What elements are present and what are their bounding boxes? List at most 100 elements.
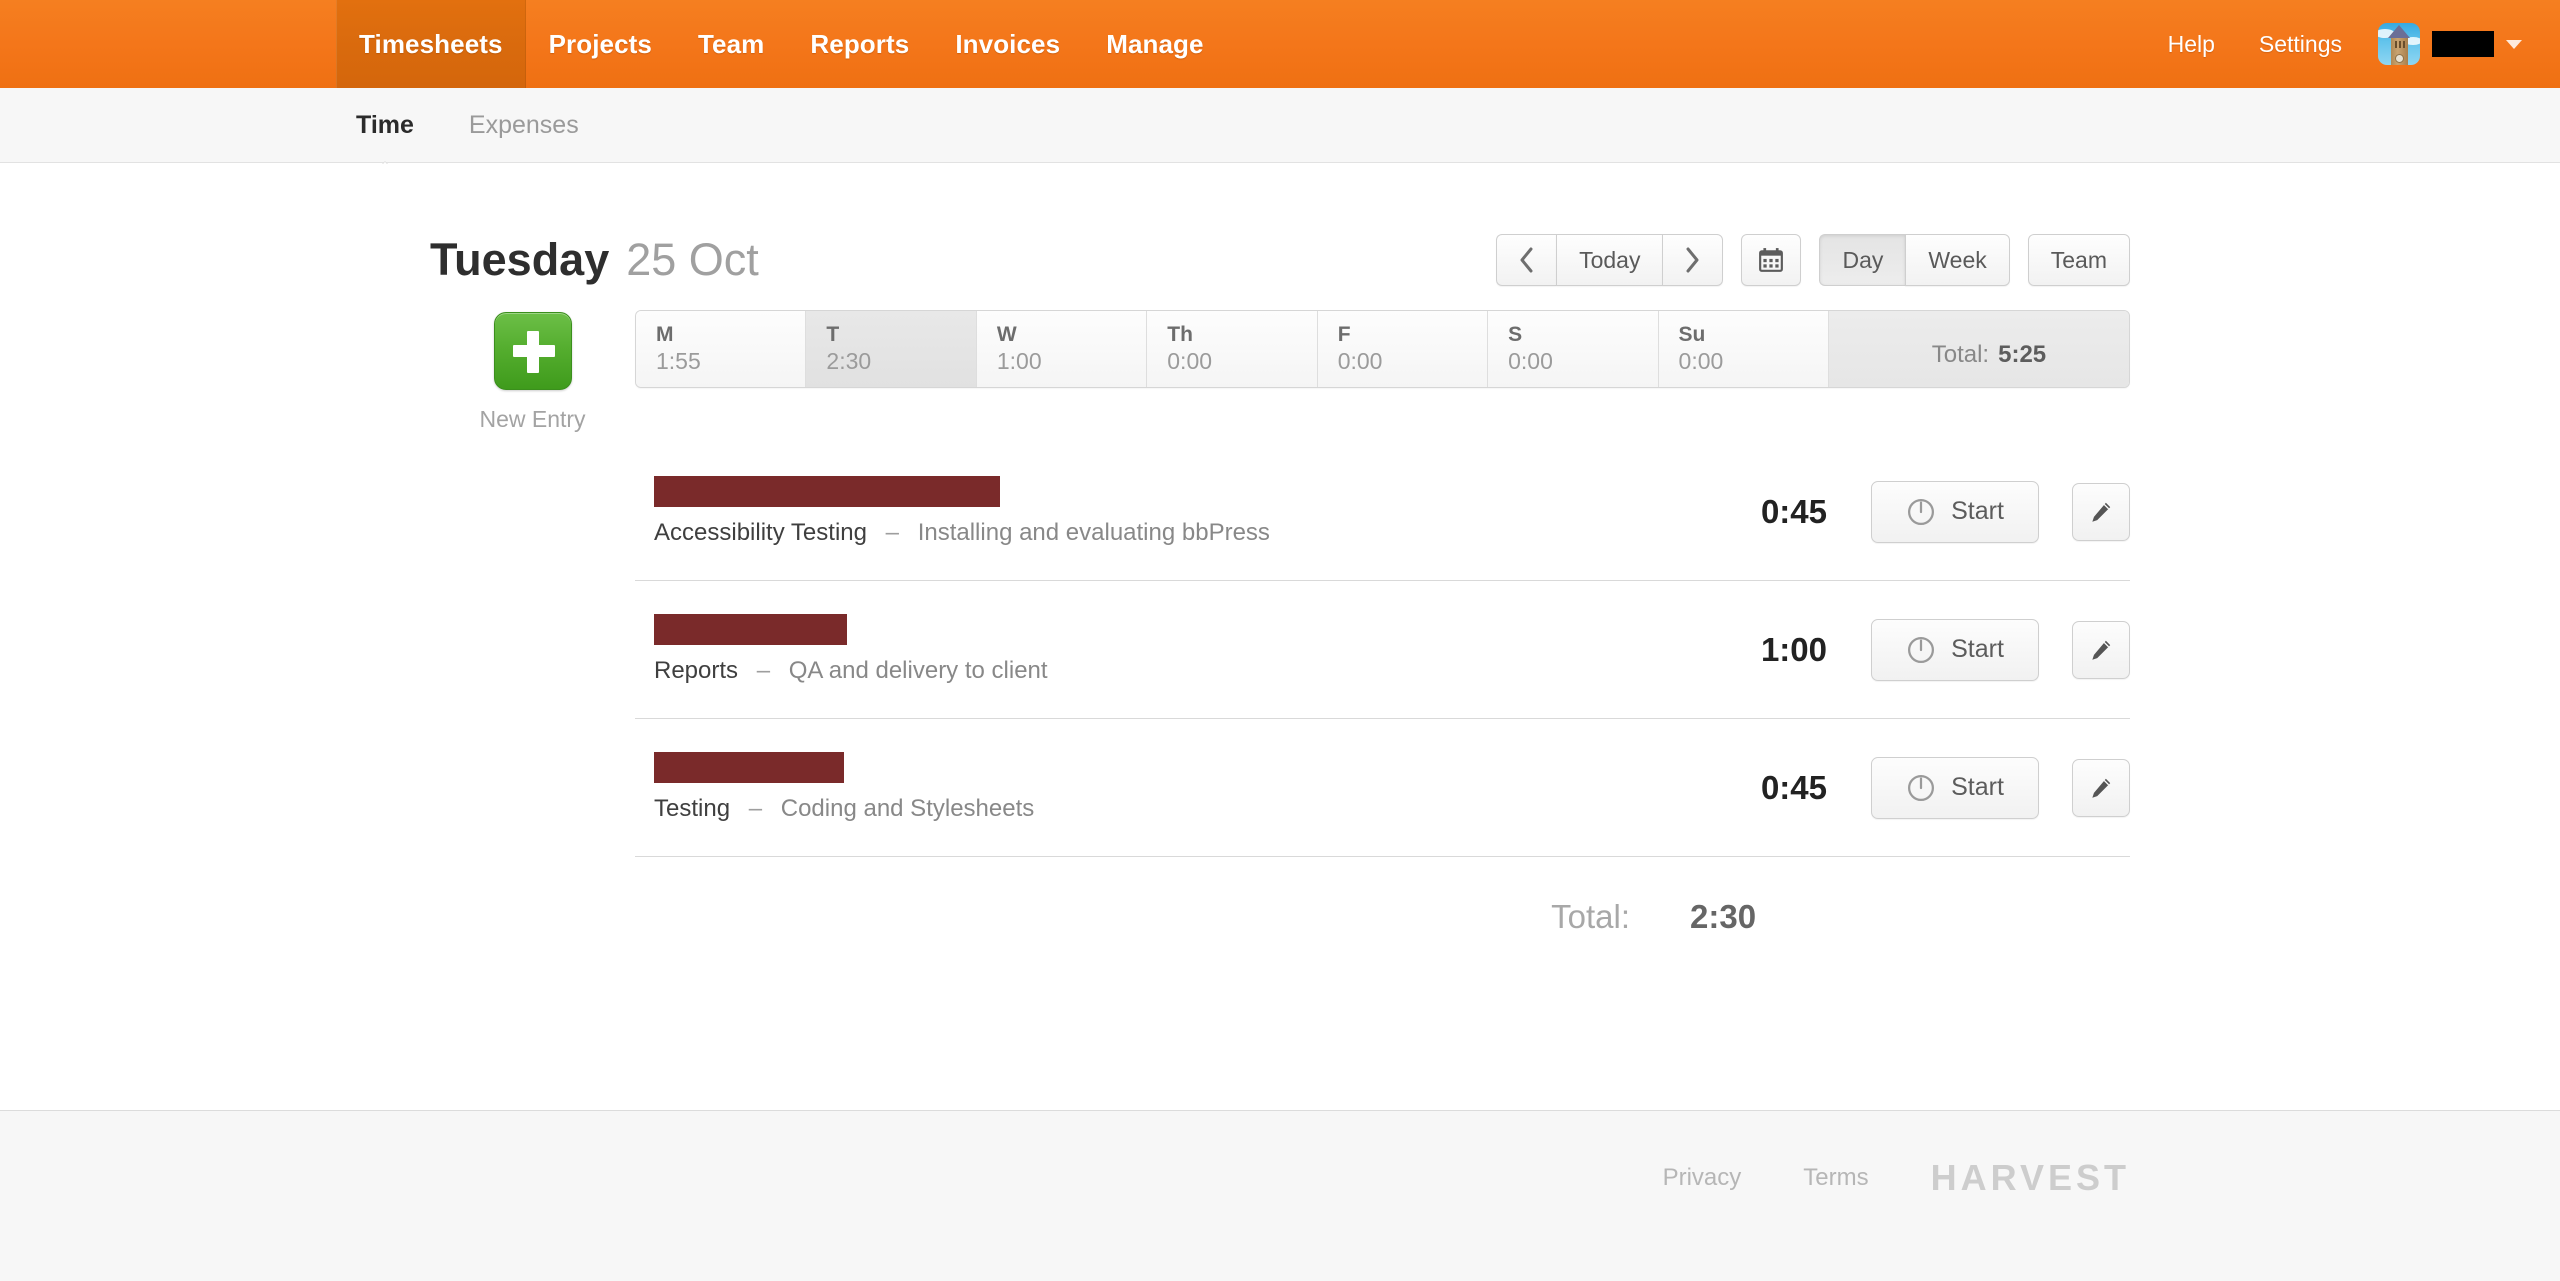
calendar-picker-button[interactable] — [1741, 234, 1802, 286]
entry-project: Accessibility Testing — [654, 519, 867, 546]
new-entry-button[interactable] — [493, 312, 572, 390]
tab-time[interactable]: Time — [356, 110, 414, 175]
day-of-week: Tuesday — [430, 234, 610, 285]
previous-day-button[interactable] — [1496, 234, 1557, 286]
week-day-name: Su — [1678, 323, 1706, 346]
sub-navigation-bar: Time Expenses — [0, 88, 2560, 175]
team-view-button[interactable]: Team — [2027, 234, 2130, 286]
week-total-cell: Total: 5:25 — [1828, 311, 2129, 387]
redaction-bar — [654, 476, 1000, 507]
page-footer: Privacy Terms HARVEST — [0, 1110, 2560, 1281]
nav-item-team[interactable]: Team — [675, 0, 787, 88]
new-entry-label: New Entry — [479, 406, 586, 432]
clock-icon — [1908, 774, 1935, 801]
entry-hours: 1:00 — [1760, 630, 1827, 668]
pencil-icon — [2092, 778, 2111, 798]
entry-task: Installing and evaluating bbPress — [917, 519, 1270, 546]
view-day-label: Day — [1842, 246, 1884, 273]
privacy-link[interactable]: Privacy — [1663, 1164, 1742, 1192]
nav-item-reports-label: Reports — [810, 28, 910, 59]
week-day-thursday[interactable]: Th 0:00 — [1147, 311, 1318, 387]
view-controls: Today Day Week Team — [1496, 234, 2130, 286]
week-day-name: T — [826, 323, 840, 346]
tab-expenses-label: Expenses — [468, 110, 579, 139]
time-entry-list: Accessibility Testing – Installing and e… — [635, 443, 2130, 977]
entry-project: Testing — [654, 795, 731, 822]
table-row: Accessibility Testing – Installing and e… — [635, 443, 2130, 581]
week-total-label: Total: — [1931, 341, 1990, 368]
week-strip-zone: New Entry M 1:55 T 2:30 W 1:00 Th 0:00 F… — [430, 310, 2130, 433]
week-day-hours: 0:00 — [1167, 348, 1213, 375]
clock-icon — [1908, 636, 1935, 663]
entry-hours: 0:45 — [1760, 768, 1827, 806]
footer-links: Privacy Terms HARVEST — [430, 1111, 2130, 1221]
help-link[interactable]: Help — [2146, 31, 2237, 58]
today-button-label: Today — [1579, 246, 1641, 273]
week-day-name: F — [1337, 323, 1351, 346]
redaction-bar — [654, 614, 847, 645]
start-timer-label: Start — [1951, 497, 2004, 525]
terms-link[interactable]: Terms — [1803, 1164, 1868, 1192]
user-menu[interactable] — [2378, 23, 2522, 65]
tab-time-label: Time — [356, 110, 414, 139]
week-day-name: M — [656, 323, 674, 346]
primary-nav: Timesheets Projects Team Reports Invoice… — [336, 0, 1227, 88]
edit-entry-button[interactable] — [2072, 482, 2130, 541]
nav-item-reports[interactable]: Reports — [787, 0, 932, 88]
week-day-sunday[interactable]: Su 0:00 — [1658, 311, 1829, 387]
week-day-friday[interactable]: F 0:00 — [1317, 311, 1489, 387]
week-day-wednesday[interactable]: W 1:00 — [976, 311, 1148, 387]
pencil-icon — [2092, 502, 2111, 522]
tower-window — [2395, 41, 2397, 48]
start-timer-label: Start — [1951, 773, 2004, 801]
next-day-button[interactable] — [1662, 234, 1724, 286]
nav-item-invoices-label: Invoices — [955, 28, 1061, 59]
entry-description[interactable]: Accessibility Testing – Installing and e… — [654, 519, 1677, 547]
start-timer-button[interactable]: Start — [1871, 480, 2039, 543]
edit-entry-button[interactable] — [2072, 758, 2130, 817]
clock-face — [2395, 54, 2404, 63]
week-day-hours: 2:30 — [826, 348, 872, 375]
clock-tower-roof — [2388, 25, 2410, 38]
entry-details: Reports – QA and delivery to client — [654, 614, 1677, 685]
week-day-hours: 0:00 — [1337, 348, 1383, 375]
app-page: Timesheets Projects Team Reports Invoice… — [0, 0, 2560, 1281]
view-week-label: Week — [1928, 246, 1987, 273]
view-day-button[interactable]: Day — [1819, 234, 1906, 286]
entry-details: Testing – Coding and Stylesheets — [654, 752, 1677, 823]
nav-item-timesheets[interactable]: Timesheets — [336, 0, 526, 88]
week-day-tuesday[interactable]: T 2:30 — [806, 311, 977, 387]
entry-task: QA and delivery to client — [788, 657, 1048, 684]
week-day-saturday[interactable]: S 0:00 — [1488, 311, 1659, 387]
entry-description[interactable]: Reports – QA and delivery to client — [654, 657, 1677, 685]
day-total-value: 2:30 — [1690, 898, 1757, 935]
nav-item-projects[interactable]: Projects — [526, 0, 675, 88]
entry-description[interactable]: Testing – Coding and Stylesheets — [654, 795, 1677, 823]
nav-item-manage[interactable]: Manage — [1083, 0, 1226, 88]
week-total-value: 5:25 — [1998, 341, 2047, 368]
clock-icon — [1908, 498, 1935, 525]
week-day-strip: M 1:55 T 2:30 W 1:00 Th 0:00 F 0:00 S 0:… — [635, 310, 2130, 388]
edit-entry-button[interactable] — [2072, 620, 2130, 679]
settings-link[interactable]: Settings — [2237, 31, 2364, 58]
week-day-hours: 0:00 — [1678, 348, 1724, 375]
new-entry-block: New Entry — [430, 312, 635, 433]
chevron-left-icon — [1520, 247, 1533, 273]
view-week-button[interactable]: Week — [1905, 234, 2010, 286]
start-timer-button[interactable]: Start — [1871, 756, 2039, 819]
start-timer-button[interactable]: Start — [1871, 618, 2039, 681]
tab-expenses[interactable]: Expenses — [469, 111, 579, 140]
today-button[interactable]: Today — [1556, 234, 1663, 286]
day-total-label: Total: — [1551, 898, 1630, 935]
nav-item-invoices[interactable]: Invoices — [932, 0, 1083, 88]
content-container: Tuesday 25 Oct Today Day Week Team New E… — [430, 164, 2130, 977]
week-day-monday[interactable]: M 1:55 — [636, 311, 807, 387]
harvest-logo: HARVEST — [1930, 1157, 2130, 1198]
top-navigation-bar: Timesheets Projects Team Reports Invoice… — [0, 0, 2560, 88]
date-navigation-group: Today — [1496, 234, 1724, 286]
entry-separator: – — [885, 519, 900, 546]
table-row: Reports – QA and delivery to client 1:00… — [635, 581, 2130, 719]
week-day-name: S — [1508, 323, 1523, 346]
chevron-right-icon — [1686, 247, 1699, 273]
entry-task: Coding and Stylesheets — [780, 795, 1035, 822]
